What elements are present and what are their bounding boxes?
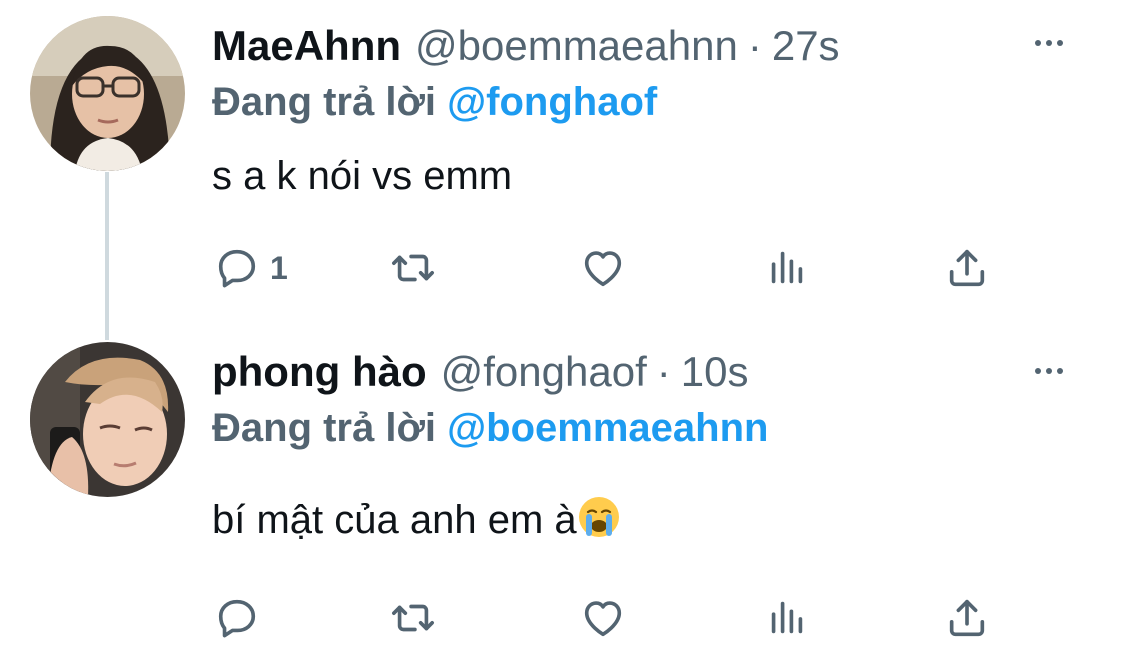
user-handle[interactable]: @boemmaeahnn [415,22,738,70]
display-name[interactable]: MaeAhnn [212,22,401,70]
share-button[interactable] [944,238,990,298]
more-horizontal-icon [1035,40,1041,46]
tweet-actions: 1 [212,238,1012,298]
tweet[interactable]: MaeAhnn @boemmaeahnn · 27s Đang trả lời … [0,0,1125,330]
more-options-button[interactable] [1027,356,1071,386]
like-button[interactable] [580,238,626,298]
tweet-text: s a k nói vs emm [212,154,513,198]
tweet-text-container: bí mật của anh em à [212,494,621,546]
tweet[interactable]: phong hào @fonghaof · 10s Đang trả lời @… [0,330,1125,661]
views-bar-chart-icon [771,251,803,284]
avatar-woman-glasses-icon [30,16,185,171]
more-options-button[interactable] [1027,28,1071,58]
replying-to-mention[interactable]: @boemmaeahnn [447,406,768,450]
heart-icon [584,601,622,637]
reply-button[interactable] [214,588,270,648]
display-name[interactable]: phong hào [212,348,427,396]
separator-dot: · [656,348,671,395]
like-button[interactable] [580,588,626,648]
separator-dot: · [747,22,762,69]
share-icon [949,599,985,637]
replying-to-line: Đang trả lời @boemmaeahnn [212,404,768,452]
views-bar-chart-icon [771,601,803,634]
share-icon [949,249,985,287]
retweet-button[interactable] [390,588,436,648]
user-handle[interactable]: @fonghaof [441,348,647,396]
avatar[interactable] [30,342,185,497]
reply-count: 1 [270,249,288,286]
tweet-header: phong hào @fonghaof · 10s [212,348,748,396]
retweet-button[interactable] [390,238,436,298]
avatar[interactable] [30,16,185,171]
more-horizontal-icon [1035,368,1041,374]
tweet-header: MaeAhnn @boemmaeahnn · 27s [212,22,840,70]
reply-icon [218,599,256,638]
share-button[interactable] [944,588,990,648]
avatar-man-phone-icon [30,342,185,497]
views-button[interactable] [764,588,810,648]
tweet-text: bí mật của anh em à [212,498,577,542]
replying-to-label: Đang trả lời [212,406,437,450]
views-button[interactable] [764,238,810,298]
retweet-icon [392,254,434,282]
tweet-actions [212,588,1012,648]
heart-icon [584,251,622,287]
reply-icon [218,249,256,288]
replying-to-label: Đang trả lời [212,80,437,124]
retweet-icon [392,604,434,632]
timestamp[interactable]: 27s [772,22,840,70]
reply-button[interactable]: 1 [214,238,288,298]
loudly-crying-face-icon [578,497,619,537]
replying-to-line: Đang trả lời @fonghaof [212,78,657,126]
tweet-thread: MaeAhnn @boemmaeahnn · 27s Đang trả lời … [0,0,1125,661]
replying-to-mention[interactable]: @fonghaof [447,80,657,124]
timestamp[interactable]: 10s [681,348,749,396]
